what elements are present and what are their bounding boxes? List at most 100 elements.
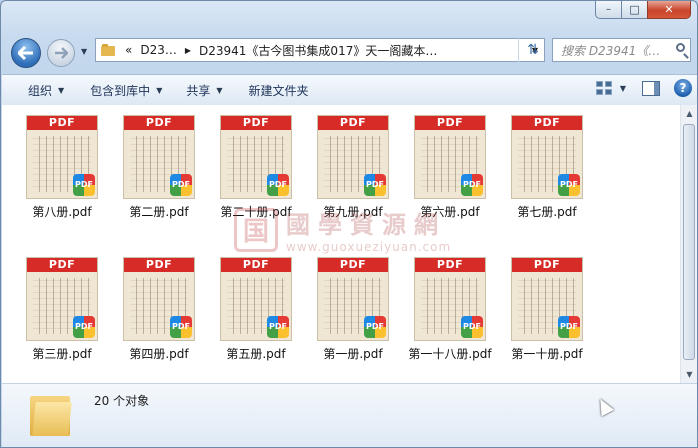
help-icon[interactable]: ? (674, 79, 692, 97)
file-name: 第一十册.pdf (511, 347, 583, 361)
search-input[interactable]: 搜索 D23941《… (552, 38, 691, 62)
close-icon: ✕ (664, 3, 674, 16)
preview-pane-icon[interactable] (642, 80, 660, 96)
back-button[interactable] (11, 38, 41, 68)
pdf-thumbnail: PDF PDF (26, 257, 98, 341)
folder-icon (101, 44, 115, 56)
pdf-band-label: PDF (415, 258, 485, 272)
scroll-down-icon[interactable]: ▼ (681, 366, 697, 383)
file-item[interactable]: PDF PDF 第二册.pdf (111, 115, 207, 220)
vertical-scrollbar[interactable]: ▲ ▼ (680, 105, 697, 383)
pdf-app-icon: PDF (558, 316, 580, 338)
pdf-app-icon: PDF (461, 316, 483, 338)
scroll-up-icon[interactable]: ▲ (681, 105, 697, 122)
pdf-app-icon: PDF (170, 174, 192, 196)
pdf-app-icon: PDF (267, 174, 289, 196)
refresh-icon: ⇅ (527, 42, 539, 58)
arrow-left-icon (18, 46, 33, 60)
file-name: 第二十册.pdf (220, 205, 292, 219)
organize-menu[interactable]: 组织 ▼ (20, 79, 72, 101)
file-name: 第二册.pdf (129, 205, 189, 219)
forward-button[interactable] (47, 39, 75, 67)
pdf-band-label: PDF (512, 258, 582, 272)
scroll-thumb[interactable] (683, 124, 695, 360)
search-icon[interactable] (676, 43, 685, 52)
share-label: 共享 (186, 83, 211, 98)
file-name: 第一册.pdf (323, 347, 383, 361)
pdf-thumbnail: PDF PDF (511, 115, 583, 199)
file-name: 第五册.pdf (226, 347, 286, 361)
file-item[interactable]: PDF PDF 第一十册.pdf (499, 257, 595, 362)
maximize-button[interactable]: □ (621, 1, 647, 19)
pdf-thumbnail: PDF PDF (123, 257, 195, 341)
pdf-band-label: PDF (512, 116, 582, 130)
pdf-thumbnail: PDF PDF (414, 257, 486, 341)
pdf-app-icon: PDF (558, 174, 580, 196)
pdf-thumbnail: PDF PDF (26, 115, 98, 199)
history-dropdown-icon[interactable]: ▼ (81, 47, 87, 56)
explorer-window: – □ ✕ ▼ « D23… ▶ D23941《古今图书集成017》天一阁藏本…… (0, 0, 698, 448)
minimize-button[interactable]: – (595, 1, 621, 19)
share-menu[interactable]: 共享 ▼ (178, 79, 230, 101)
refresh-button[interactable]: ⇅ (518, 38, 547, 62)
view-options-icon[interactable] (595, 81, 612, 95)
file-item[interactable]: PDF PDF 第一册.pdf (305, 257, 401, 362)
pdf-app-icon: PDF (364, 174, 386, 196)
toolbar-right: ▼ ? (595, 79, 692, 97)
chevron-down-icon: ▼ (216, 85, 223, 95)
search-placeholder: 搜索 D23941《… (561, 43, 661, 58)
details-pane: 20 个对象 (2, 384, 697, 447)
organize-label: 组织 (28, 83, 53, 98)
file-list: PDF PDF 第八册.pdf PDF PDF 第二册.pdf PDF PDF 第二十册.pdf… (2, 105, 697, 384)
include-in-library-menu[interactable]: 包含到库中 ▼ (82, 79, 170, 101)
pdf-thumbnail: PDF PDF (414, 115, 486, 199)
pdf-band-label: PDF (27, 258, 97, 272)
file-name: 第四册.pdf (129, 347, 189, 361)
breadcrumb-parent[interactable]: D23… (140, 43, 177, 57)
pdf-thumbnail: PDF PDF (317, 257, 389, 341)
file-item[interactable]: PDF PDF 第四册.pdf (111, 257, 207, 362)
chevron-down-icon[interactable]: ▼ (620, 84, 626, 93)
maximize-icon: □ (629, 3, 640, 16)
pdf-band-label: PDF (221, 258, 291, 272)
file-name: 第一十八册.pdf (408, 347, 492, 361)
pdf-app-icon: PDF (267, 316, 289, 338)
pdf-thumbnail: PDF PDF (220, 115, 292, 199)
item-count: 20 个对象 (94, 394, 150, 408)
file-item[interactable]: PDF PDF 第三册.pdf (14, 257, 110, 362)
pdf-band-label: PDF (318, 116, 388, 130)
command-bar: 组织 ▼ 包含到库中 ▼ 共享 ▼ 新建文件夹 ▼ ? (2, 74, 697, 106)
address-bar[interactable]: « D23… ▶ D23941《古今图书集成017》天一阁藏本… ▼ (95, 38, 545, 62)
new-folder-label: 新建文件夹 (248, 83, 309, 98)
pdf-band-label: PDF (27, 116, 97, 130)
file-item[interactable]: PDF PDF 第五册.pdf (208, 257, 304, 362)
pdf-band-label: PDF (124, 258, 194, 272)
file-item[interactable]: PDF PDF 第七册.pdf (499, 115, 595, 220)
watermark-url: www.guoxueziyuan.com (286, 240, 452, 254)
pdf-thumbnail: PDF PDF (317, 115, 389, 199)
new-folder-button[interactable]: 新建文件夹 (241, 79, 317, 101)
file-name: 第三册.pdf (32, 347, 92, 361)
pdf-thumbnail: PDF PDF (123, 115, 195, 199)
pdf-band-label: PDF (124, 116, 194, 130)
include-in-library-label: 包含到库中 (90, 83, 151, 98)
folder-icon (30, 390, 72, 438)
pdf-app-icon: PDF (73, 316, 95, 338)
file-item[interactable]: PDF PDF 第八册.pdf (14, 115, 110, 220)
pdf-band-label: PDF (415, 116, 485, 130)
file-name: 第八册.pdf (32, 205, 92, 219)
breadcrumb-current[interactable]: D23941《古今图书集成017》天一阁藏本… (199, 42, 437, 59)
pdf-thumbnail: PDF PDF (511, 257, 583, 341)
chevron-right-icon[interactable]: ▶ (185, 46, 191, 55)
file-item[interactable]: PDF PDF 第六册.pdf (402, 115, 498, 220)
breadcrumb-overflow[interactable]: « (125, 43, 132, 57)
pdf-app-icon: PDF (461, 174, 483, 196)
file-name: 第六册.pdf (420, 205, 480, 219)
file-item[interactable]: PDF PDF 第一十八册.pdf (402, 257, 498, 362)
pdf-band-label: PDF (221, 116, 291, 130)
file-item[interactable]: PDF PDF 第二十册.pdf (208, 115, 304, 220)
file-item[interactable]: PDF PDF 第九册.pdf (305, 115, 401, 220)
pdf-app-icon: PDF (170, 316, 192, 338)
chevron-down-icon: ▼ (58, 85, 65, 95)
close-button[interactable]: ✕ (647, 1, 691, 19)
